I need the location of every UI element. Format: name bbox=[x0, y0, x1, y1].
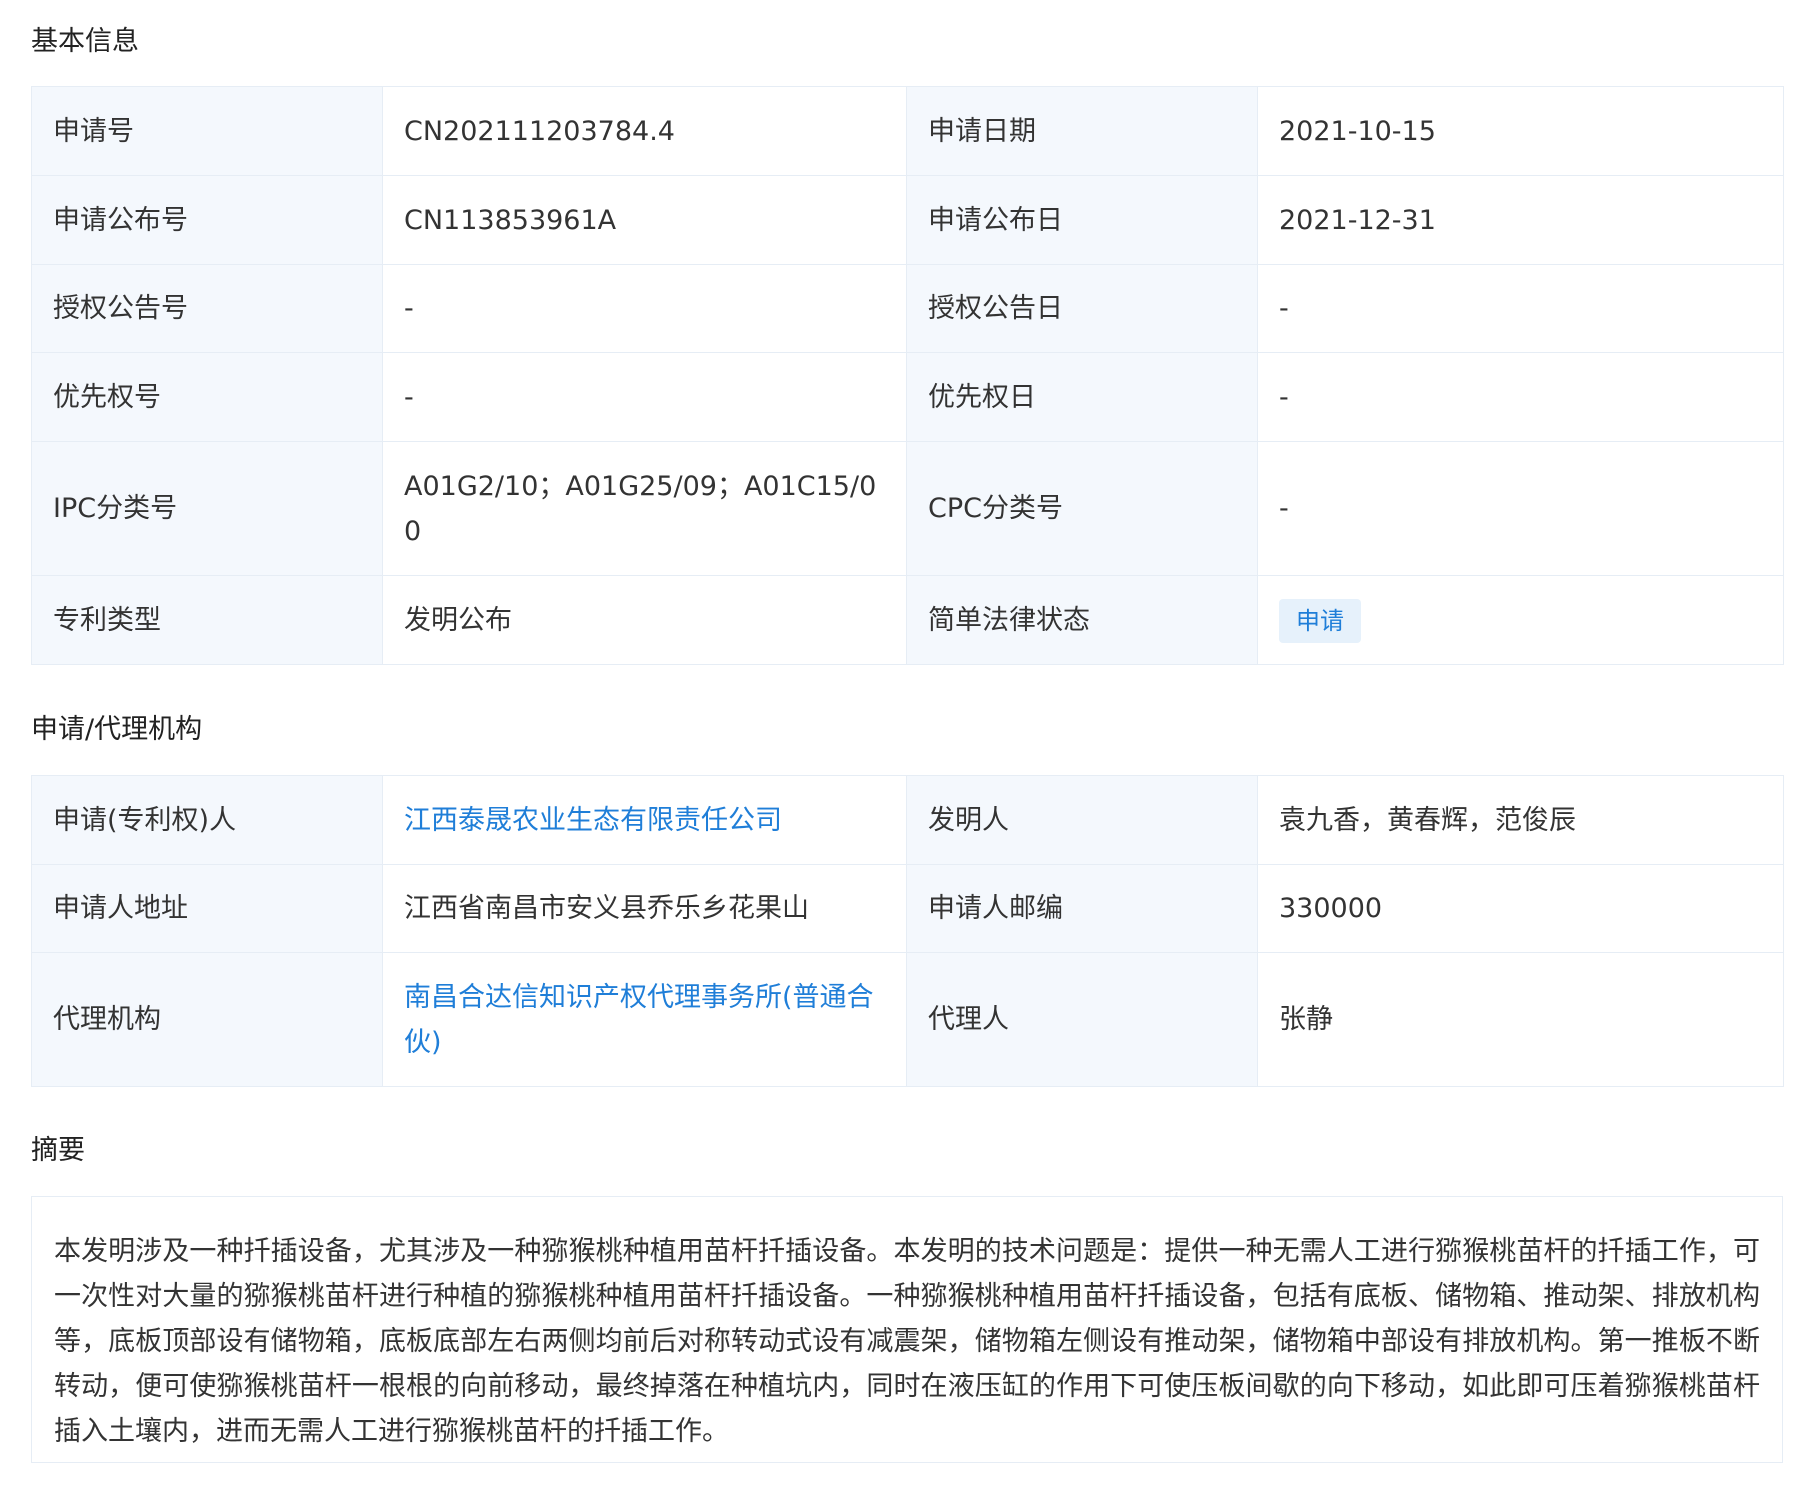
applicant-zip-value: 330000 bbox=[1257, 864, 1784, 953]
applicant-link[interactable]: 江西泰晟农业生态有限责任公司 bbox=[404, 805, 782, 836]
table-row: 授权公告号 - 授权公告日 - bbox=[31, 264, 1784, 353]
table-row: 申请号 CN202111203784.4 申请日期 2021-10-15 bbox=[31, 86, 1784, 176]
ipc-class-label: IPC分类号 bbox=[31, 441, 383, 576]
legal-status-cell: 申请 bbox=[1257, 575, 1784, 665]
inventor-label: 发明人 bbox=[906, 775, 1258, 865]
applicant-address-label: 申请人地址 bbox=[31, 864, 383, 953]
cpc-class-value: - bbox=[1257, 441, 1784, 576]
legal-status-label: 简单法律状态 bbox=[906, 575, 1258, 665]
priority-date-label: 优先权日 bbox=[906, 352, 1258, 442]
grant-date-value: - bbox=[1257, 264, 1784, 353]
cpc-class-label: CPC分类号 bbox=[906, 441, 1258, 576]
agency-label: 代理机构 bbox=[31, 952, 383, 1087]
table-row: 专利类型 发明公布 简单法律状态 申请 bbox=[31, 575, 1784, 665]
agency-title: 申请/代理机构 bbox=[31, 714, 203, 745]
abstract-title: 摘要 bbox=[31, 1135, 85, 1166]
agent-label: 代理人 bbox=[906, 952, 1258, 1087]
patent-type-value: 发明公布 bbox=[382, 575, 907, 665]
inventor-value: 袁九香，黄春辉，范俊辰 bbox=[1257, 775, 1784, 865]
priority-number-label: 优先权号 bbox=[31, 352, 383, 442]
patent-type-label: 专利类型 bbox=[31, 575, 383, 665]
application-date-label: 申请日期 bbox=[906, 86, 1258, 176]
application-number-label: 申请号 bbox=[31, 86, 383, 176]
agent-value: 张静 bbox=[1257, 952, 1784, 1087]
grant-date-label: 授权公告日 bbox=[906, 264, 1258, 353]
grant-number-value: - bbox=[382, 264, 907, 353]
abstract-text: 本发明涉及一种扦插设备，尤其涉及一种猕猴桃种植用苗杆扦插设备。本发明的技术问题是… bbox=[31, 1196, 1783, 1463]
basic-info-table: 申请号 CN202111203784.4 申请日期 2021-10-15 申请公… bbox=[31, 86, 1784, 665]
grant-number-label: 授权公告号 bbox=[31, 264, 383, 353]
application-number-value: CN202111203784.4 bbox=[382, 86, 907, 176]
applicant-label: 申请(专利权)人 bbox=[31, 775, 383, 865]
priority-number-value: - bbox=[382, 352, 907, 442]
publication-number-label: 申请公布号 bbox=[31, 175, 383, 265]
publication-number-value: CN113853961A bbox=[382, 175, 907, 265]
legal-status-badge: 申请 bbox=[1279, 598, 1361, 643]
application-date-value: 2021-10-15 bbox=[1257, 86, 1784, 176]
priority-date-value: - bbox=[1257, 352, 1784, 442]
table-row: 申请公布号 CN113853961A 申请公布日 2021-12-31 bbox=[31, 175, 1784, 265]
agency-cell: 南昌合达信知识产权代理事务所(普通合伙) bbox=[382, 952, 907, 1087]
applicant-address-value: 江西省南昌市安义县乔乐乡花果山 bbox=[382, 864, 907, 953]
table-row: 申请人地址 江西省南昌市安义县乔乐乡花果山 申请人邮编 330000 bbox=[31, 864, 1784, 953]
patent-detail-page: 基本信息 申请号 CN202111203784.4 申请日期 2021-10-1… bbox=[0, 0, 1810, 1493]
ipc-class-value: A01G2/10；A01G25/09；A01C15/00 bbox=[382, 441, 907, 576]
table-row: 申请(专利权)人 江西泰晟农业生态有限责任公司 发明人 袁九香，黄春辉，范俊辰 bbox=[31, 775, 1784, 865]
table-row: 优先权号 - 优先权日 - bbox=[31, 352, 1784, 442]
table-row: 代理机构 南昌合达信知识产权代理事务所(普通合伙) 代理人 张静 bbox=[31, 952, 1784, 1087]
agency-table: 申请(专利权)人 江西泰晟农业生态有限责任公司 发明人 袁九香，黄春辉，范俊辰 … bbox=[31, 775, 1784, 1087]
agency-link[interactable]: 南昌合达信知识产权代理事务所(普通合伙) bbox=[404, 982, 874, 1058]
publication-date-value: 2021-12-31 bbox=[1257, 175, 1784, 265]
publication-date-label: 申请公布日 bbox=[906, 175, 1258, 265]
basic-info-title: 基本信息 bbox=[31, 26, 139, 57]
applicant-cell: 江西泰晟农业生态有限责任公司 bbox=[382, 775, 907, 865]
applicant-zip-label: 申请人邮编 bbox=[906, 864, 1258, 953]
table-row: IPC分类号 A01G2/10；A01G25/09；A01C15/00 CPC分… bbox=[31, 441, 1784, 576]
